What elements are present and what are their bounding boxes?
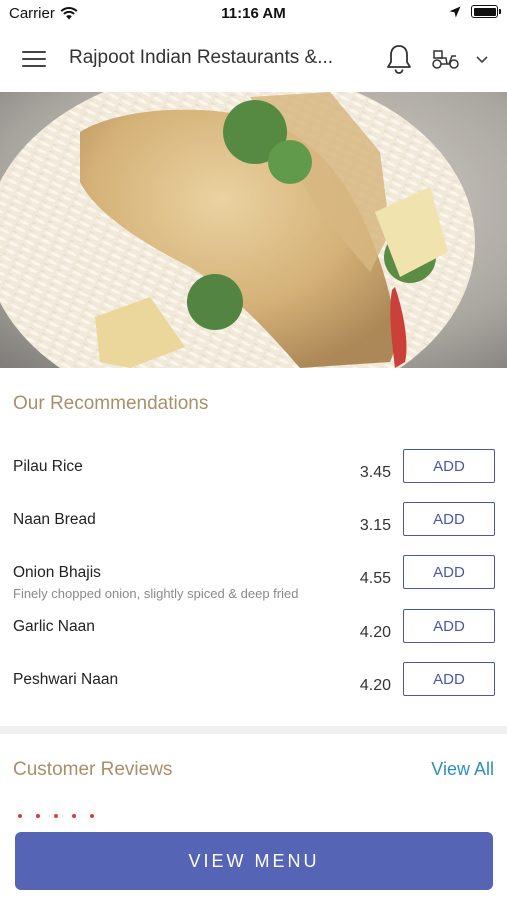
app-header: Rajpoot Indian Restaurants &... xyxy=(0,28,507,92)
restaurant-title: Rajpoot Indian Restaurants &... xyxy=(69,47,334,68)
status-bar: Carrier 11:16 AM xyxy=(0,0,507,28)
view-menu-button[interactable]: VIEW MENU xyxy=(15,832,493,890)
menu-icon-line xyxy=(22,58,46,60)
menu-icon-line xyxy=(22,65,46,67)
menu-icon-line xyxy=(22,51,46,53)
delivery-mode-selector[interactable] xyxy=(431,48,491,72)
item-name: Naan Bread xyxy=(13,511,96,528)
recommendations-title: Our Recommendations xyxy=(13,393,209,414)
item-price: 3.15 xyxy=(359,517,391,534)
add-button[interactable]: ADD xyxy=(403,609,495,643)
add-button[interactable]: ADD xyxy=(403,449,495,483)
review-stars xyxy=(18,814,94,818)
recommendation-item: Peshwari Naan 4.20 ADD xyxy=(0,662,507,721)
location-arrow-icon xyxy=(449,6,461,17)
reviews-title: Customer Reviews xyxy=(13,759,173,780)
battery-icon xyxy=(471,5,501,18)
menu-button[interactable] xyxy=(22,49,48,69)
star-icon xyxy=(36,814,40,818)
star-icon xyxy=(72,814,76,818)
add-button[interactable]: ADD xyxy=(403,502,495,536)
recommendation-item: Garlic Naan 4.20 ADD xyxy=(0,609,507,668)
item-name: Onion Bhajis xyxy=(13,564,101,581)
notifications-button[interactable] xyxy=(385,43,413,75)
item-description: Finely chopped onion, slightly spiced & … xyxy=(13,586,299,601)
recommendation-item: Pilau Rice 3.45 ADD xyxy=(0,449,507,508)
item-price: 3.45 xyxy=(359,464,391,481)
add-button[interactable]: ADD xyxy=(403,662,495,696)
item-name: Garlic Naan xyxy=(13,618,95,635)
bell-icon xyxy=(387,45,411,74)
star-icon xyxy=(90,814,94,818)
star-icon xyxy=(18,814,22,818)
chevron-down-icon xyxy=(476,56,488,64)
item-price: 4.20 xyxy=(359,624,391,641)
view-all-reviews-link[interactable]: View All xyxy=(431,759,494,780)
star-icon xyxy=(54,814,58,818)
recommendation-item: Naan Bread 3.15 ADD xyxy=(0,502,507,561)
section-divider xyxy=(0,726,507,734)
scooter-icon xyxy=(432,50,459,69)
hero-food-image xyxy=(0,92,507,368)
recommendation-item: Onion Bhajis Finely chopped onion, sligh… xyxy=(0,555,507,614)
item-price: 4.55 xyxy=(359,570,391,587)
item-name: Peshwari Naan xyxy=(13,671,119,688)
status-right xyxy=(449,5,501,18)
item-name: Pilau Rice xyxy=(13,458,83,475)
status-time: 11:16 AM xyxy=(221,5,286,22)
food-photo xyxy=(0,92,507,368)
add-button[interactable]: ADD xyxy=(403,555,495,589)
battery-fill xyxy=(473,7,496,16)
item-price: 4.20 xyxy=(359,677,391,694)
